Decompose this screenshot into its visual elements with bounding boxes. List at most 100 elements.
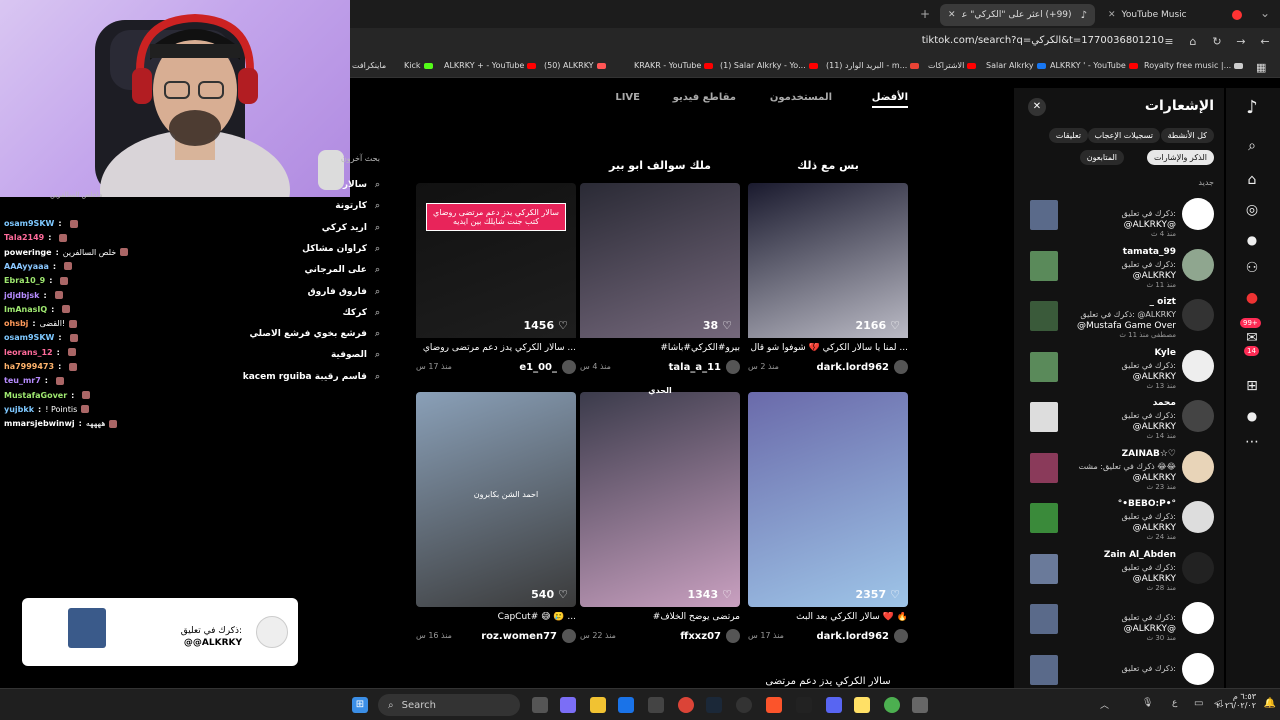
notification-avatar[interactable]	[1182, 349, 1214, 382]
bookmark[interactable]: Kick	[404, 61, 433, 70]
filter-likes[interactable]: تسجيلات الإعجاب	[1087, 128, 1160, 143]
profile-avatar-icon[interactable]: ●	[1242, 406, 1262, 426]
bookmark[interactable]: ماينكرافت	[352, 61, 386, 70]
video-thumbnail[interactable]	[416, 183, 576, 338]
tab-live[interactable]: LIVE	[615, 92, 640, 103]
notes-icon[interactable]	[854, 697, 870, 713]
notification-thumbnail[interactable]	[1030, 553, 1058, 584]
close-notifications-icon[interactable]: ✕	[1028, 98, 1046, 116]
bookmark[interactable]: الاشتراكات	[928, 61, 977, 70]
video-card[interactable]: 540 ♡	[416, 392, 576, 607]
video-card[interactable]: 38 ♡	[580, 183, 740, 338]
bookmark[interactable]: (1) Salar Alkrky - Yo...	[720, 61, 818, 70]
suggestion-item[interactable]: فاروق فاروق ⌕	[308, 287, 380, 297]
friends-icon[interactable]: ⚇	[1242, 258, 1262, 278]
copilot-icon[interactable]	[560, 697, 576, 713]
bookmark[interactable]: Royalty free music |...	[1144, 61, 1244, 70]
notification-item[interactable]: Kyle ذكرك في تعليق: @ALKRKY منذ 13 ث	[1014, 348, 1224, 394]
notification-thumbnail[interactable]	[1030, 301, 1058, 331]
toast-close-icon[interactable]: ✕	[34, 624, 44, 638]
notification-user[interactable]: °•BEBO:P•°	[1118, 499, 1176, 509]
obs-icon[interactable]	[736, 697, 752, 713]
search-icon[interactable]: ⌕	[1242, 136, 1262, 156]
notification-item[interactable]: °•BEBO:P•° ذكرك في تعليق: @ALKRKY منذ 24…	[1014, 499, 1224, 545]
filter-mentions[interactable]: الذكر والإشارات	[1146, 150, 1214, 165]
suggestion-item[interactable]: الصوفية ⌕	[331, 350, 380, 360]
steam-icon[interactable]	[706, 697, 722, 713]
home-icon[interactable]: ⌂	[1242, 170, 1262, 190]
bookmark[interactable]: Salar Alkrky	[986, 61, 1046, 70]
app-icon[interactable]	[912, 697, 928, 713]
notification-avatar[interactable]	[1182, 299, 1214, 331]
back-icon[interactable]: ←	[1258, 35, 1272, 49]
tab-users[interactable]: المستخدمون	[770, 92, 832, 103]
video-author[interactable]: tala_a_11	[669, 360, 740, 374]
notification-thumbnail[interactable]	[1030, 452, 1058, 483]
notification-avatar[interactable]	[1182, 248, 1214, 281]
notification-user[interactable]: _ oizt	[1150, 297, 1176, 307]
filter-followers[interactable]: المتابعون	[1079, 150, 1124, 165]
bookmark[interactable]: (11) البريد الوارد - m...	[826, 61, 920, 70]
video-thumbnail[interactable]	[580, 183, 740, 338]
notification-avatar[interactable]	[1182, 400, 1214, 432]
notification-thumbnail[interactable]	[1030, 351, 1058, 382]
tiktok-logo-icon[interactable]: ♪	[1242, 98, 1262, 118]
bookmark[interactable]: (50) ALKRKY	[544, 61, 606, 70]
notification-user[interactable]: tamata_99	[1123, 247, 1176, 257]
notification-user[interactable]: Zain Al_Abden	[1104, 550, 1176, 560]
video-author[interactable]: dark.lord962	[816, 360, 908, 374]
tab-tiktok[interactable]: ✕ (99+) اعثر على "الكركي" على TikTok ♪	[940, 4, 1095, 26]
video-author[interactable]: e1_00_	[519, 360, 576, 374]
notification-user[interactable]: Kyle	[1155, 348, 1176, 358]
notification-thumbnail[interactable]	[1030, 654, 1058, 685]
video-card[interactable]: 2357 ♡	[748, 392, 908, 607]
suggestion-item[interactable]: كراوان مشاكل ⌕	[302, 244, 380, 254]
brave-icon[interactable]	[766, 697, 782, 713]
video-caption[interactable]: #مرتضى يوضح الخلاف	[580, 612, 740, 622]
notification-avatar[interactable]	[1182, 551, 1214, 584]
video-thumbnail[interactable]	[580, 392, 740, 607]
explore-icon[interactable]: ◎	[1242, 200, 1262, 220]
video-thumbnail[interactable]	[416, 392, 576, 607]
site-settings-icon[interactable]: ≡	[1162, 35, 1176, 49]
notification-avatar[interactable]	[1182, 450, 1214, 483]
notification-item[interactable]: ذكرك في تعليق: @ALKRKY@ منذ 4 ث	[1014, 196, 1224, 242]
tab-videos[interactable]: مقاطع فيديو	[673, 92, 736, 103]
notification-thumbnail[interactable]	[1030, 250, 1058, 281]
reload-icon[interactable]: ↻	[1210, 35, 1224, 49]
tab-close-icon[interactable]: ✕	[1108, 10, 1116, 20]
discord-icon[interactable]	[826, 697, 842, 713]
video-author[interactable]: roz.women77	[481, 629, 576, 643]
suggestion-item[interactable]: kacem rguiba قاسم رقيبة ⌕	[243, 372, 380, 382]
video-thumbnail[interactable]	[748, 392, 908, 607]
mic-icon[interactable]: 🎙	[1142, 698, 1153, 708]
edge-icon[interactable]	[618, 697, 634, 713]
store-icon[interactable]	[648, 697, 664, 713]
tab-top[interactable]: الأفضل	[871, 92, 908, 108]
tray-chevron-icon[interactable]: ︿	[1100, 698, 1109, 711]
notification-user[interactable]: محمد	[1153, 398, 1176, 408]
suggestion-item[interactable]: على المرجاني ⌕	[304, 265, 380, 275]
lang-indicator[interactable]: ع	[1172, 698, 1177, 708]
start-icon[interactable]: ⊞	[352, 697, 368, 713]
suggestion-item[interactable]: سالار ⌕	[343, 180, 380, 190]
notification-item[interactable]: محمد ذكرك في تعليق: @ALKRKY منذ 14 ث	[1014, 398, 1224, 444]
notification-avatar[interactable]	[1182, 501, 1214, 533]
suggestion-item[interactable]: فرشع بخوي فرشع الاصلي ⌕	[250, 329, 380, 339]
notification-toast[interactable]: ✕ ذكرك في تعليق: @@ALKRKY	[22, 598, 298, 666]
tab-youtube-music[interactable]: ✕ YouTube Music	[1100, 4, 1250, 26]
file-explorer-icon[interactable]	[590, 697, 606, 713]
notification-thumbnail[interactable]	[1030, 200, 1058, 230]
video-thumbnail[interactable]	[748, 183, 908, 338]
notification-avatar[interactable]	[1182, 198, 1214, 230]
notification-item[interactable]: tamata_99 ذكرك في تعليق: @ALKRKY منذ 11 …	[1014, 247, 1224, 293]
video-card[interactable]: 1343 ♡	[580, 392, 740, 607]
video-caption[interactable]: سالار الكركي بعد البث ❤️ 🔥	[748, 612, 908, 622]
more-bookmarks-icon[interactable]: ▦	[1256, 61, 1266, 74]
upload-icon[interactable]: ⊞	[1242, 376, 1262, 396]
clock[interactable]: ٦:٥٣ م ٢٠٢٦/٠٢/٠٢	[1216, 692, 1256, 710]
new-tab-button[interactable]: +	[920, 7, 930, 21]
video-caption[interactable]: CapCut# 😅 🥲 ...	[416, 612, 576, 622]
taskbar-search[interactable]: ⌕ Search	[378, 694, 520, 716]
notification-thumbnail[interactable]	[1030, 402, 1058, 432]
